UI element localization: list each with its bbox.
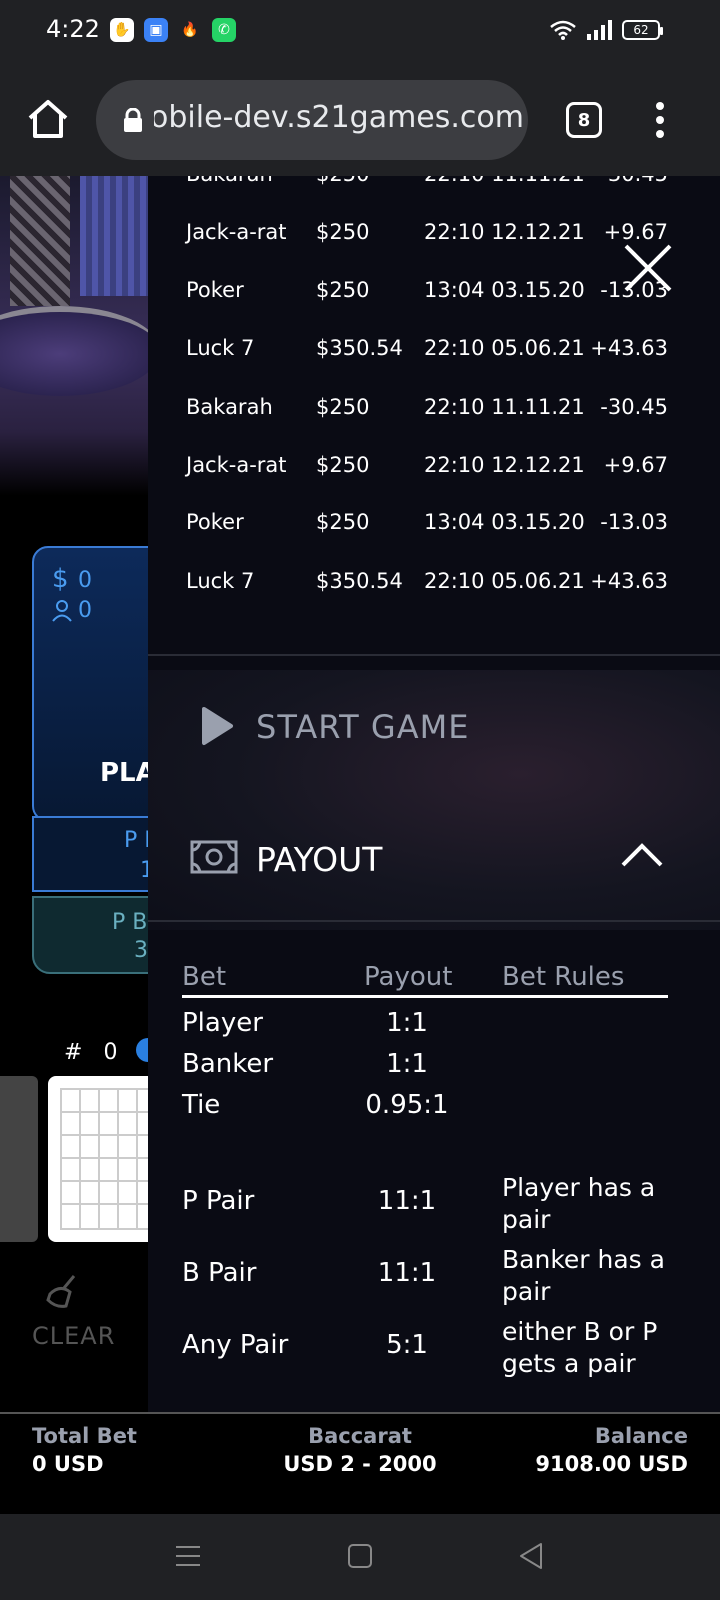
table-row: Jack-a-rat $250 22:10 12.12.21 +9.67 <box>186 453 668 477</box>
app-icon-2: ▣ <box>144 18 168 42</box>
clear-button[interactable]: CLEAR <box>32 1322 115 1350</box>
notification-icons: ✋ ▣ 🔥 ✆ <box>110 18 236 42</box>
battery-icon: 62 <box>622 20 663 40</box>
status-bar: 4:22 ✋ ▣ 🔥 ✆ 62 <box>0 0 720 62</box>
app-icon-1: ✋ <box>110 18 134 42</box>
wifi-icon <box>550 20 576 40</box>
lock-icon <box>124 108 142 132</box>
divider <box>148 654 720 656</box>
back-icon[interactable] <box>518 1542 544 1570</box>
tab-switcher-button[interactable]: 8 <box>566 102 602 138</box>
header-bet-rules: Bet Rules <box>502 962 625 992</box>
player-bettors-count: 0 <box>78 598 92 623</box>
p-bonus-value: 3 <box>134 938 148 963</box>
broom-icon[interactable] <box>44 1272 84 1312</box>
overflow-menu-icon[interactable] <box>654 102 666 138</box>
system-navigation-bar <box>0 1514 720 1600</box>
hash-value: 0 <box>103 1040 118 1065</box>
table-row: Luck 7 $350.54 22:10 05.06.21 +43.63 <box>186 336 668 360</box>
close-icon[interactable] <box>622 242 674 294</box>
divider <box>148 920 720 922</box>
menu-section: START GAME PAYOUT <box>148 670 720 930</box>
url-text[interactable]: mobile-dev.s21games.com <box>154 100 524 135</box>
side-menu-panel: Bakarah $250 22:10 11.11.21 -30.45 Jack-… <box>148 176 720 1412</box>
home-icon[interactable] <box>26 96 70 140</box>
address-bar[interactable]: mobile-dev.s21games.com <box>96 80 528 160</box>
table-row: Luck 7 $350.54 22:10 05.06.21 +43.63 <box>186 569 668 593</box>
home-nav-icon[interactable] <box>348 1544 372 1568</box>
chevron-up-icon[interactable] <box>620 842 664 868</box>
start-game-button[interactable]: START GAME <box>256 708 469 746</box>
table-row: Bakarah $250 22:10 11.11.21 -30.45 <box>148 176 720 194</box>
hash-label: # <box>64 1040 83 1065</box>
table-row: Bakarah $250 22:10 11.11.21 -30.45 <box>186 395 668 419</box>
user-icon <box>52 600 72 622</box>
money-icon <box>190 840 238 874</box>
recent-apps-icon[interactable] <box>176 1544 200 1568</box>
header-payout: Payout <box>364 962 453 992</box>
browser-toolbar: mobile-dev.s21games.com 8 <box>0 62 720 176</box>
flame-icon: 🔥 <box>181 22 199 38</box>
system-icons: 62 <box>550 20 663 40</box>
header-bet: Bet <box>182 962 227 992</box>
round-counter: # 0 <box>64 1040 117 1065</box>
balance-label: Balance <box>594 1424 688 1448</box>
casino-scene-image <box>0 176 160 496</box>
payout-section-toggle[interactable]: PAYOUT <box>256 840 382 879</box>
player-bet-amount: 0 <box>78 568 92 593</box>
signal-icon <box>587 20 612 40</box>
balance-value: 9108.00 USD <box>535 1452 688 1476</box>
table-row: Poker $250 13:04 03.15.20 -13.03 <box>186 510 668 534</box>
phone-icon: ✆ <box>212 18 236 42</box>
play-icon[interactable] <box>200 706 234 746</box>
balance: Balance 9108.00 USD <box>535 1424 688 1476</box>
status-time: 4:22 <box>46 15 100 43</box>
payout-table-header: Bet Payout Bet Rules <box>182 956 668 998</box>
scene-window <box>10 176 70 306</box>
scene-table <box>0 306 160 396</box>
payout-table: Bet Payout Bet Rules Player 1:1 Banker 1… <box>148 932 720 1412</box>
road-map-left <box>0 1076 38 1242</box>
dollar-icon: $ <box>52 564 69 594</box>
bet-history-list: Bakarah $250 22:10 11.11.21 -30.45 Jack-… <box>148 176 720 670</box>
bet-info-bar: Total Bet 0 USD Baccarat USD 2 - 2000 Ba… <box>0 1412 720 1514</box>
